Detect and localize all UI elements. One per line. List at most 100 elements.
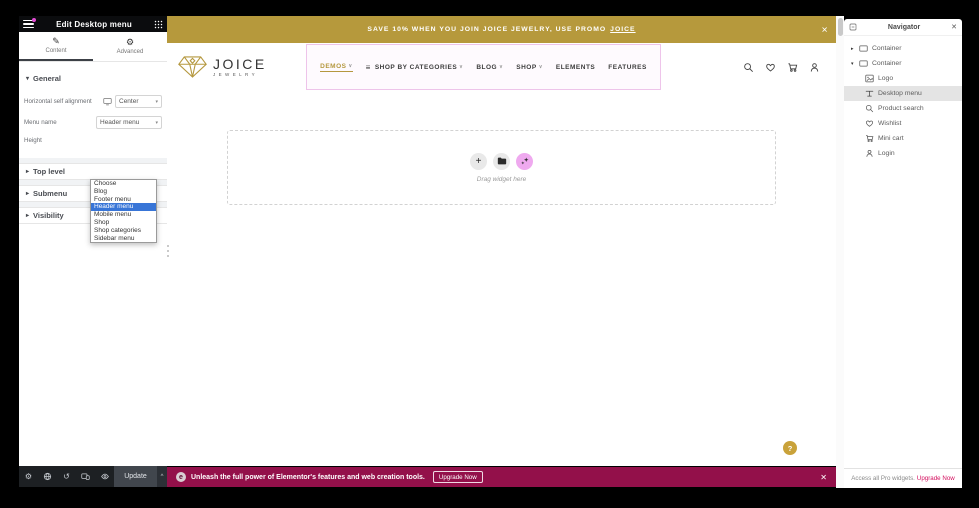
notification-message: Unleash the full power of Elementor's fe…: [191, 474, 425, 481]
notification-close-icon[interactable]: ✕: [820, 473, 827, 482]
caret-down-icon: ▾: [155, 120, 158, 126]
pencil-icon: ✎: [52, 37, 60, 46]
cart-icon[interactable]: [787, 62, 798, 73]
logo-text: JOICE JEWELRY: [213, 58, 267, 77]
widget-dropzone[interactable]: + Drag widget here: [227, 130, 776, 205]
promo-close-icon[interactable]: ✕: [821, 25, 828, 34]
upgrade-notification-bar: e Unleash the full power of Elementor's …: [167, 467, 836, 487]
dropdown-option-selected[interactable]: Header menu: [91, 203, 156, 211]
upgrade-now-button[interactable]: Upgrade Now: [433, 471, 483, 483]
plus-icon: +: [476, 156, 482, 167]
tree-item-product-search[interactable]: Product search: [844, 101, 962, 116]
tree-item-logo[interactable]: Logo: [844, 71, 962, 86]
tree-item-container[interactable]: ▾ Container: [844, 56, 962, 71]
nav-item-features[interactable]: FEATURES: [608, 64, 647, 71]
control-label: Menu name: [24, 119, 57, 126]
notification-dot: [32, 18, 36, 22]
pro-widgets-text: Access all Pro widgets.: [851, 475, 915, 482]
header-utility-icons: [743, 43, 820, 91]
preview-eye-icon[interactable]: [95, 472, 114, 481]
selected-desktop-menu-widget[interactable]: DEMOS∨ ≡ SHOP BY CATEGORIES∨ BLOG∨ SHOP∨…: [306, 44, 661, 90]
collapse-all-icon[interactable]: [849, 23, 857, 31]
tab-label: Advanced: [117, 49, 144, 55]
chevron-right-icon: ▸: [26, 212, 29, 219]
general-section: ▾ General Horizontal self alignment Cent…: [19, 62, 167, 158]
help-badge[interactable]: ?: [783, 441, 797, 455]
add-widget-button[interactable]: +: [470, 153, 487, 170]
menu-rack-icon: [865, 89, 874, 98]
promo-banner: SAVE 10% WHEN YOU JOIN JOICE JEWELRY, US…: [167, 16, 836, 43]
hamburger-menu-icon[interactable]: [23, 20, 34, 28]
responsive-devices-icon[interactable]: [76, 472, 95, 481]
canvas-scrollbar-thumb[interactable]: [838, 18, 843, 36]
elementor-editor: Edit Desktop menu ✎ Content ⚙ Advanced ▾: [0, 0, 979, 508]
tab-content[interactable]: ✎ Content: [19, 32, 93, 61]
globe-icon[interactable]: [38, 472, 57, 481]
monitor-icon[interactable]: [103, 97, 112, 106]
dropdown-option[interactable]: Shop categories: [91, 227, 156, 235]
search-icon[interactable]: [743, 62, 754, 73]
promo-link[interactable]: JOICE: [610, 26, 635, 33]
tab-label: Content: [45, 48, 66, 54]
diamond-logo-icon: [177, 55, 208, 79]
widget-settings-panel: Edit Desktop menu ✎ Content ⚙ Advanced ▾: [19, 16, 167, 466]
wishlist-heart-icon[interactable]: [765, 62, 776, 73]
panel-tabs: ✎ Content ⚙ Advanced: [19, 32, 167, 62]
dropzone-buttons: +: [470, 153, 533, 170]
panel-title: Edit Desktop menu: [34, 20, 154, 29]
publish-options-chevron[interactable]: ^: [157, 466, 167, 487]
site-logo[interactable]: JOICE JEWELRY: [177, 55, 267, 79]
navigator-footer: Access all Pro widgets. Upgrade Now: [844, 468, 962, 488]
dropdown-option[interactable]: Choose: [91, 180, 156, 188]
navigator-title: Navigator: [857, 24, 951, 31]
nav-item-shop-by-categories[interactable]: ≡ SHOP BY CATEGORIES∨: [366, 63, 464, 72]
tab-advanced[interactable]: ⚙ Advanced: [93, 32, 167, 61]
dropdown-option[interactable]: Sidebar menu: [91, 235, 156, 243]
update-button[interactable]: Update: [114, 466, 157, 487]
user-icon: [865, 149, 874, 158]
dropdown-option[interactable]: Shop: [91, 219, 156, 227]
chevron-down-icon: ▾: [26, 75, 29, 82]
navigator-close-icon[interactable]: ✕: [951, 23, 957, 31]
tree-item-container[interactable]: ▸ Container: [844, 41, 962, 56]
nav-item-blog[interactable]: BLOG∨: [476, 64, 503, 71]
nav-item-demos[interactable]: DEMOS∨: [320, 63, 353, 72]
tree-item-login[interactable]: Login: [844, 146, 962, 161]
navigator-panel: Navigator ✕ ▸ Container ▾ Container: [844, 19, 962, 488]
dropdown-option[interactable]: Blog: [91, 188, 156, 196]
widgets-grid-icon[interactable]: [154, 20, 163, 29]
folder-icon: [497, 156, 507, 166]
chevron-down-icon: ▾: [851, 61, 859, 67]
chevron-right-icon: ▸: [851, 46, 859, 52]
tree-item-wishlist[interactable]: Wishlist: [844, 116, 962, 131]
container-icon: [859, 59, 868, 68]
template-folder-button[interactable]: [493, 153, 510, 170]
select-value: Center: [119, 98, 139, 105]
cart-icon: [865, 134, 874, 143]
panel-body: ▾ General Horizontal self alignment Cent…: [19, 62, 167, 224]
section-header-general[interactable]: ▾ General: [19, 62, 167, 91]
control-label: Height: [24, 137, 42, 144]
nav-item-elements[interactable]: ELEMENTS: [556, 64, 595, 71]
chevron-down-icon: ∨: [348, 63, 352, 69]
dropzone-hint: Drag widget here: [477, 176, 527, 183]
panel-footer: ⚙ ↺ Update ^: [19, 466, 167, 487]
tree-item-desktop-menu[interactable]: Desktop menu: [844, 86, 962, 101]
ai-builder-button[interactable]: [516, 153, 533, 170]
site-header: JOICE JEWELRY DEMOS∨ ≡ SHOP BY CATEGORIE…: [167, 43, 836, 91]
alignment-control: Horizontal self alignment Center ▾: [19, 95, 167, 108]
panel-resize-handle[interactable]: [167, 245, 170, 257]
tree-item-mini-cart[interactable]: Mini cart: [844, 131, 962, 146]
section-header-top-level[interactable]: ▸ Top level: [19, 163, 167, 180]
chevron-down-icon: ∨: [459, 64, 463, 70]
dropdown-option[interactable]: Mobile menu: [91, 211, 156, 219]
settings-gear-icon[interactable]: ⚙: [19, 472, 38, 481]
upgrade-now-link[interactable]: Upgrade Now: [917, 475, 955, 482]
history-icon[interactable]: ↺: [57, 472, 76, 481]
nav-item-shop[interactable]: SHOP∨: [516, 64, 543, 71]
dropdown-option[interactable]: Footer menu: [91, 196, 156, 204]
alignment-select[interactable]: Center ▾: [115, 95, 162, 108]
user-account-icon[interactable]: [809, 62, 820, 73]
menu-name-select[interactable]: Header menu ▾: [96, 116, 162, 129]
section-title: Visibility: [33, 211, 64, 220]
